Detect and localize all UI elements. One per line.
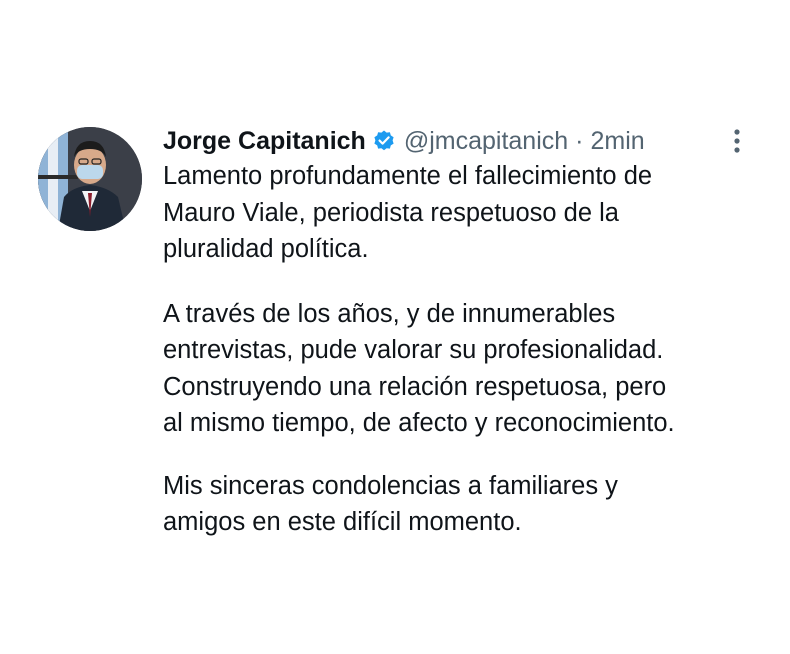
more-options-button[interactable]	[722, 124, 752, 158]
tweet-card[interactable]: Jorge Capitanich @jmcapitanich · 2min La…	[0, 0, 790, 654]
tweet-text: Lamento profundamente el fallecimiento d…	[163, 158, 773, 541]
verified-badge-icon	[372, 129, 396, 153]
tweet-paragraph: Mis sinceras condolencias a familiares y…	[163, 468, 773, 541]
tweet-paragraph: Lamento profundamente el fallecimiento d…	[163, 158, 773, 268]
separator-dot: ·	[575, 126, 584, 155]
tweet-paragraph: A través de los años, y de innumerables …	[163, 296, 773, 442]
tweet-line: al mismo tiempo, de afecto y reconocimie…	[163, 409, 675, 437]
tweet-line: A través de los años, y de innumerables	[163, 299, 616, 328]
more-vertical-icon	[734, 129, 740, 153]
tweet-line: amigos en este difícil momento.	[163, 508, 522, 536]
tweet-line: entrevistas, pude valorar su profesional…	[163, 336, 664, 364]
tweet-line: Lamento profundamente el fallecimiento d…	[163, 162, 653, 190]
avatar-photo	[38, 127, 142, 231]
tweet-header: Jorge Capitanich @jmcapitanich · 2min	[163, 124, 645, 158]
timestamp[interactable]: 2min	[591, 127, 645, 156]
user-handle[interactable]: @jmcapitanich	[404, 127, 568, 156]
display-name[interactable]: Jorge Capitanich	[163, 127, 366, 156]
tweet-line: Mauro Viale, periodista respetuoso de la	[163, 198, 619, 227]
avatar[interactable]	[38, 127, 142, 231]
tweet-line: pluralidad política.	[163, 235, 369, 263]
tweet-line: Construyendo una relación respetuosa, pe…	[163, 372, 667, 401]
tweet-line: Mis sinceras condolencias a familiares y	[163, 471, 618, 500]
